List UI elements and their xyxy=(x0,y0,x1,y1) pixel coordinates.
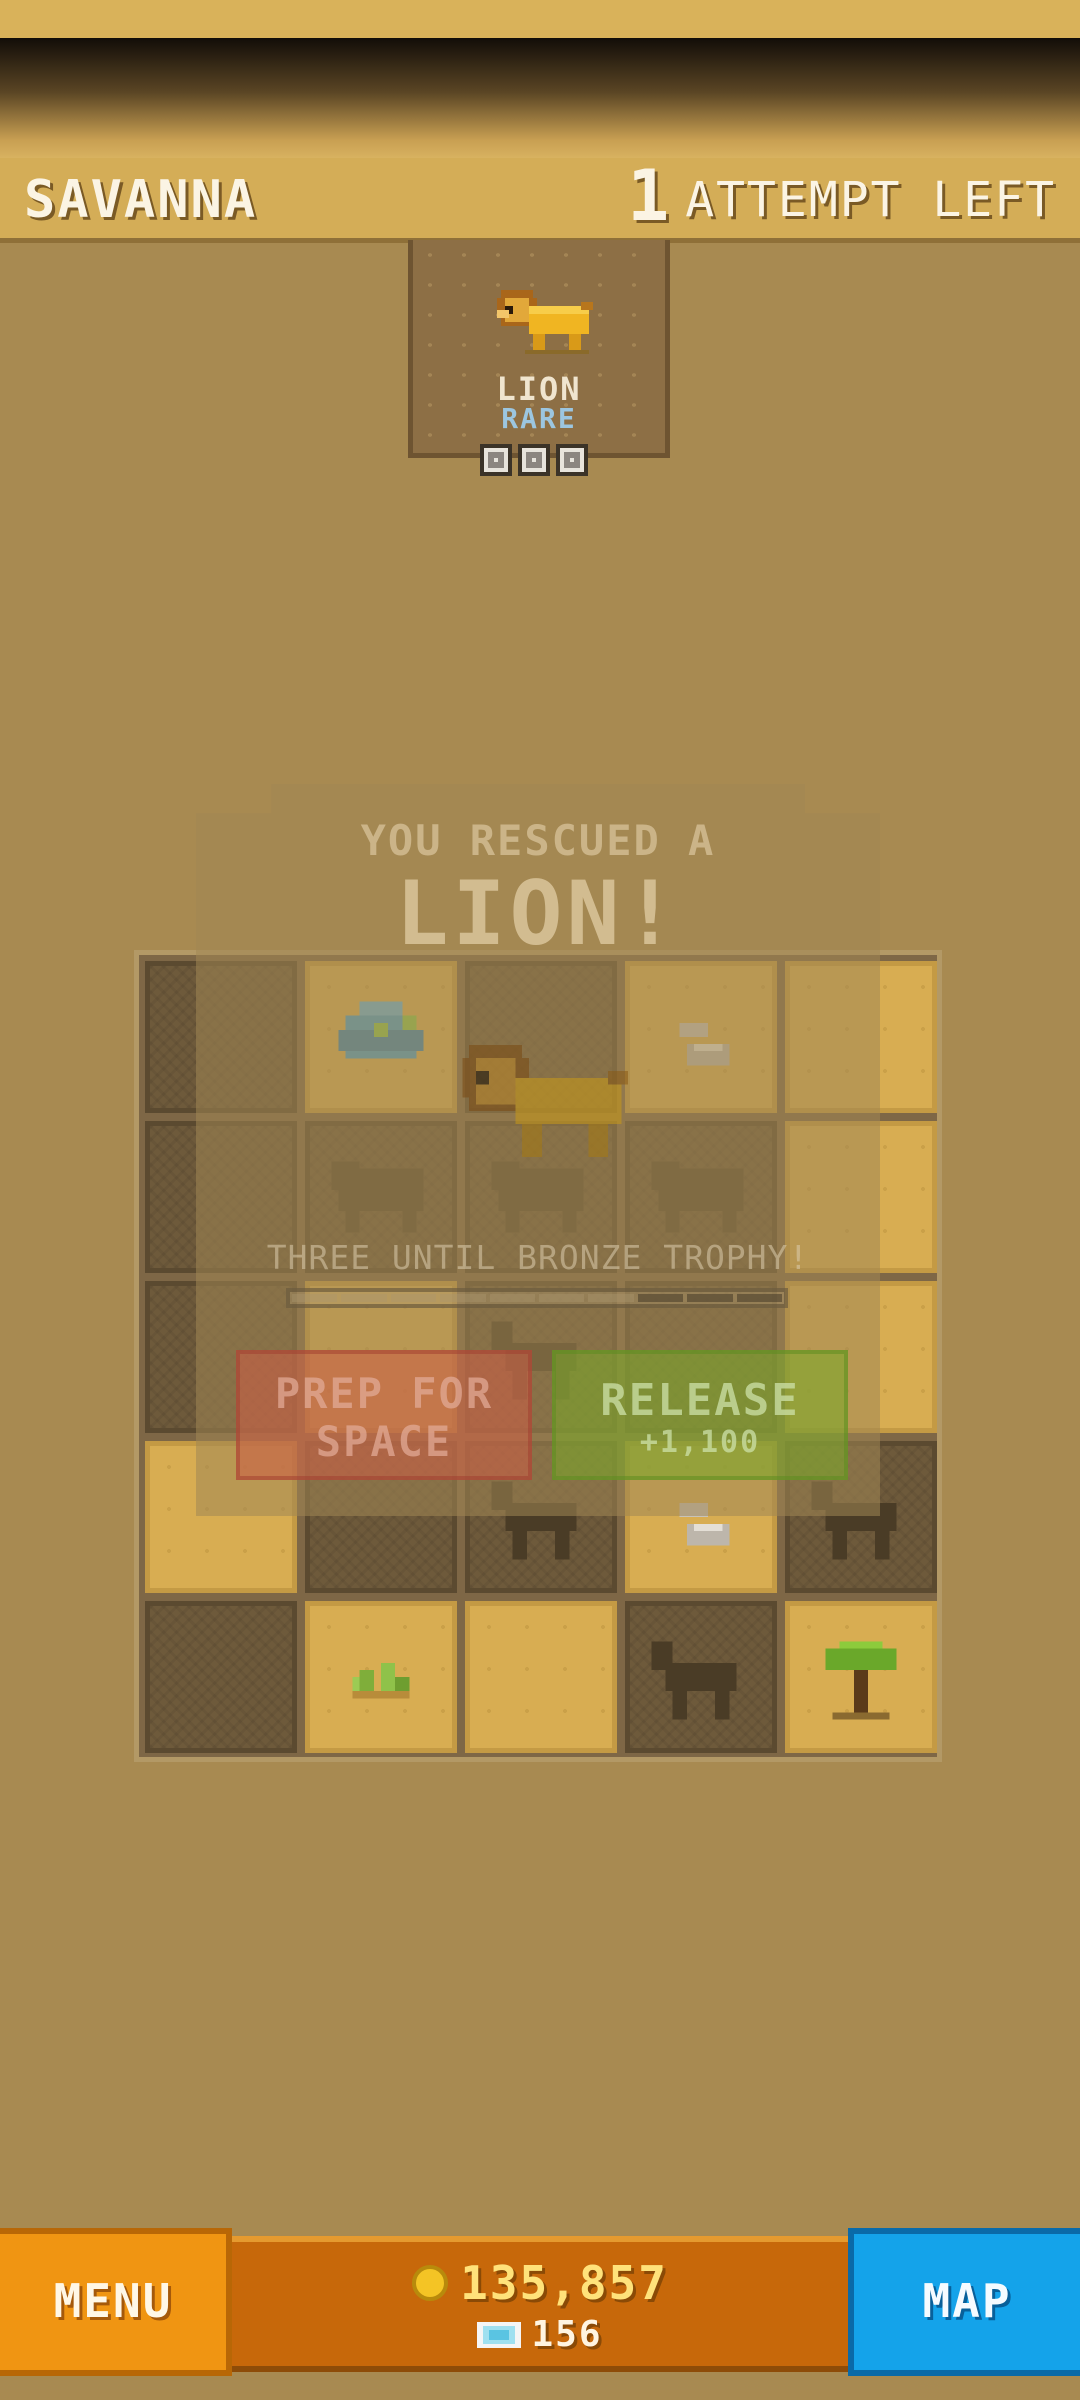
dialog-title: LION! xyxy=(395,862,681,965)
attempts-number: 1 xyxy=(627,155,672,237)
coin-amount: 135,857 xyxy=(460,2256,668,2310)
board-tile-open xyxy=(465,1601,617,1753)
lion-icon xyxy=(462,1044,628,1158)
gem-balance: 156 xyxy=(232,2314,848,2355)
progress-segment xyxy=(341,1294,387,1302)
biome-title: SAVANNA xyxy=(24,170,258,230)
release-label: RELEASE xyxy=(600,1375,800,1426)
animal-rarity: RARE xyxy=(501,402,577,435)
board-tile-covered[interactable] xyxy=(625,1601,777,1753)
slot-empty xyxy=(518,444,550,476)
gem-icon xyxy=(477,2321,522,2348)
progress-segment xyxy=(588,1294,634,1302)
top-gradient xyxy=(0,38,1080,158)
attempts-label: ATTEMPT LEFT xyxy=(685,172,1056,228)
status-bar xyxy=(0,0,1080,38)
attempts-counter: 1 ATTEMPT LEFT xyxy=(627,155,1056,237)
capture-slots xyxy=(480,444,588,476)
progress-segment xyxy=(736,1294,783,1302)
coin-icon xyxy=(412,2265,449,2301)
currency-panel: 135,857 156 xyxy=(232,2236,848,2372)
prep-for-space-button[interactable]: PREP FOR SPACE xyxy=(236,1350,532,1480)
progress-segment xyxy=(390,1294,437,1302)
progress-segment xyxy=(637,1294,684,1302)
progress-segment xyxy=(687,1294,733,1302)
progress-segment xyxy=(539,1294,585,1302)
gem-amount: 156 xyxy=(531,2314,603,2355)
progress-segment xyxy=(292,1294,338,1302)
slot-empty xyxy=(480,444,512,476)
dialog-subtitle: YOU RESCUED A xyxy=(360,816,716,865)
header-bar: SAVANNA 1 ATTEMPT LEFT xyxy=(0,158,1080,243)
animal-name: LION xyxy=(496,370,582,408)
menu-button[interactable]: MENU xyxy=(0,2228,232,2376)
map-button[interactable]: MAP xyxy=(848,2228,1080,2376)
coin-balance: 135,857 xyxy=(232,2256,848,2310)
trophy-progress-bar xyxy=(286,1288,788,1308)
slot-empty xyxy=(556,444,588,476)
progress-segment xyxy=(489,1294,536,1302)
release-button[interactable]: RELEASE +1,100 xyxy=(552,1350,848,1480)
release-reward: +1,100 xyxy=(639,1425,761,1460)
lion-icon xyxy=(497,290,593,354)
board-tile-open xyxy=(305,1601,457,1753)
board-tile-covered[interactable] xyxy=(145,1601,297,1753)
progress-segment xyxy=(440,1294,486,1302)
board-tile-open xyxy=(785,1601,937,1753)
trophy-progress-text: THREE UNTIL BRONZE TROPHY! xyxy=(266,1238,810,1277)
animal-card[interactable]: LION RARE xyxy=(408,240,670,458)
